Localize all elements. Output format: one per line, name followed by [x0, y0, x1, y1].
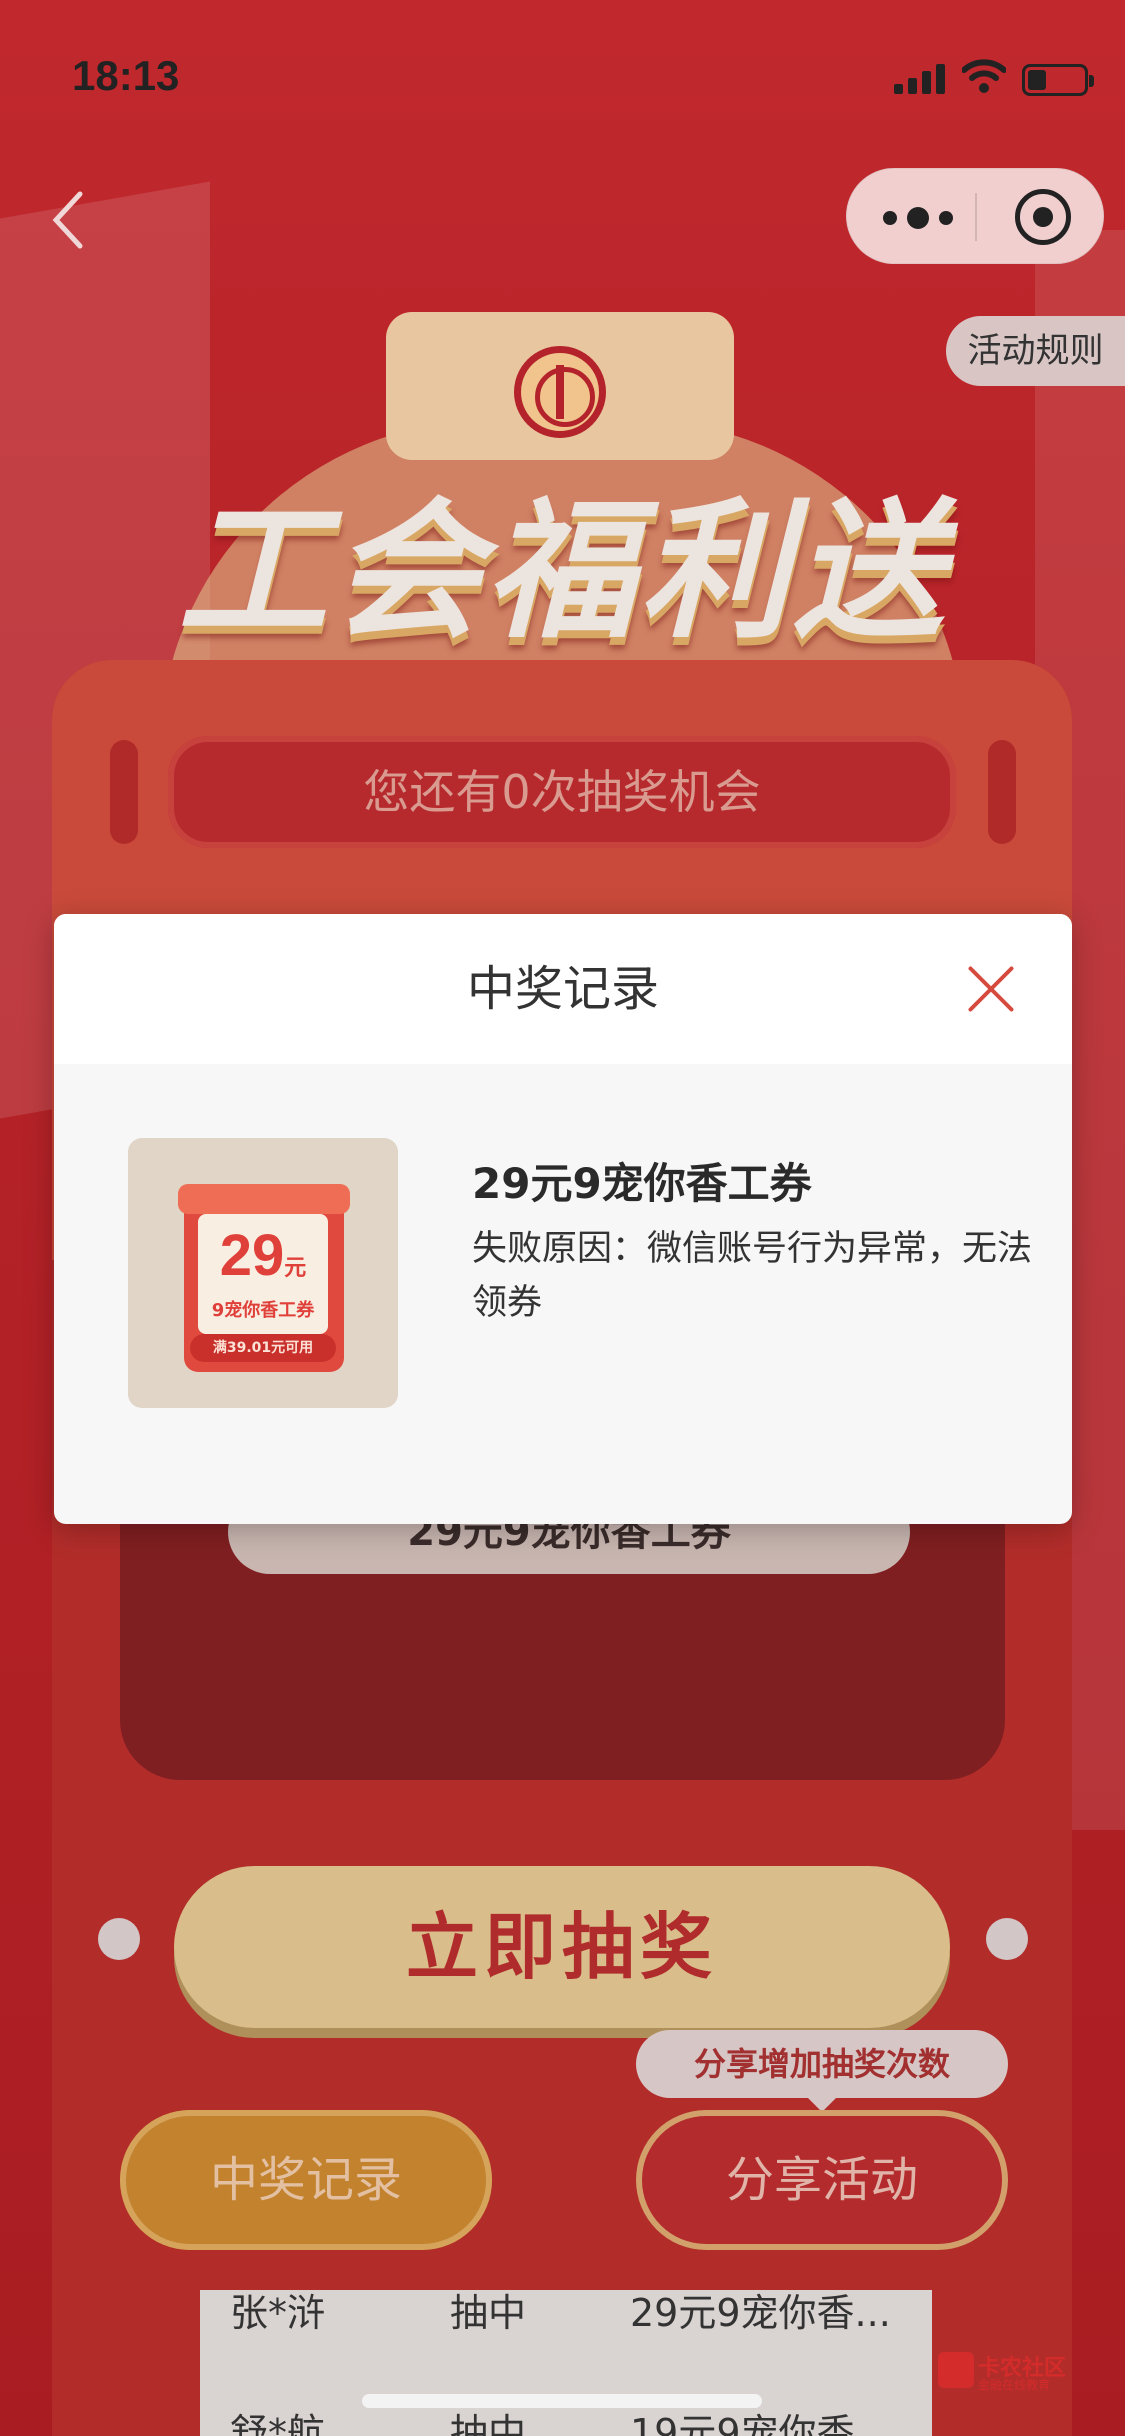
union-emblem-icon	[514, 346, 606, 438]
record-name: 29元9宠你香工券	[472, 1159, 812, 1208]
status-bar: 18:13	[0, 0, 1125, 150]
watermark-logo: 卡农社区 金融在线教育	[938, 2350, 1078, 2394]
share-tip-bubble: 分享增加抽奖次数	[636, 2030, 1008, 2112]
draw-button[interactable]: 立即抽奖	[174, 1866, 950, 2028]
target-icon[interactable]	[1015, 189, 1071, 245]
ticker-user: 张*浒	[230, 2291, 326, 2335]
capsule-divider	[975, 193, 977, 241]
close-icon[interactable]	[964, 962, 1018, 1016]
prize-record-modal: 中奖记录 29元 9宠你香工券 满39.01元可用 29元9宠你香工券 失败原因…	[54, 914, 1072, 1524]
decor-dot-right	[986, 1918, 1028, 1960]
coupon-thumbnail: 29元 9宠你香工券 满39.01元可用	[128, 1138, 398, 1408]
wifi-icon	[962, 59, 1006, 93]
decor-dot-left	[98, 1918, 140, 1960]
watermark-icon	[938, 2352, 974, 2388]
coupon-condition: 满39.01元可用	[190, 1334, 336, 1362]
modal-title: 中奖记录	[466, 961, 659, 1017]
chances-remaining: 您还有0次抽奖机会	[168, 736, 956, 848]
miniprogram-capsule	[846, 168, 1104, 264]
ticker-action: 抽中	[450, 2291, 527, 2335]
gift-lid	[178, 1184, 350, 1214]
watermark-subtitle: 金融在线教育	[978, 2378, 1051, 2392]
record-item: 29元 9宠你香工券 满39.01元可用 29元9宠你香工券 失败原因：微信账号…	[128, 1138, 1032, 1418]
back-icon[interactable]	[48, 190, 88, 250]
status-time: 18:13	[72, 52, 180, 99]
winners-ticker: 张*浒 抽中 29元9宠你香... 舒*航 抽中 19元9宠你香	[200, 2290, 932, 2436]
more-icon[interactable]	[883, 199, 955, 235]
home-indicator	[362, 2394, 762, 2408]
modal-header: 中奖记录	[54, 914, 1072, 1064]
rules-button[interactable]: 活动规则	[946, 316, 1125, 386]
ticker-prize: 29元9宠你香...	[630, 2291, 891, 2335]
battery-icon	[1022, 64, 1094, 96]
ticker-row: 张*浒 抽中 29元9宠你香...	[230, 2290, 930, 2337]
record-failure-reason: 失败原因：微信账号行为异常，无法领券	[472, 1229, 1033, 1323]
decor-peg-right	[988, 740, 1016, 844]
coupon-amount: 29元	[128, 1222, 398, 1289]
signal-icon	[894, 64, 946, 94]
share-activity-button[interactable]: 分享活动	[636, 2110, 1008, 2250]
prize-record-button[interactable]: 中奖记录	[120, 2110, 492, 2250]
coupon-amount-unit: 元	[284, 1255, 307, 1280]
coupon-amount-value: 29	[219, 1223, 285, 1288]
decor-peg-left	[110, 740, 138, 844]
coupon-name: 9宠你香工券	[211, 1300, 315, 1321]
page-title: 工会福利送	[177, 485, 948, 659]
